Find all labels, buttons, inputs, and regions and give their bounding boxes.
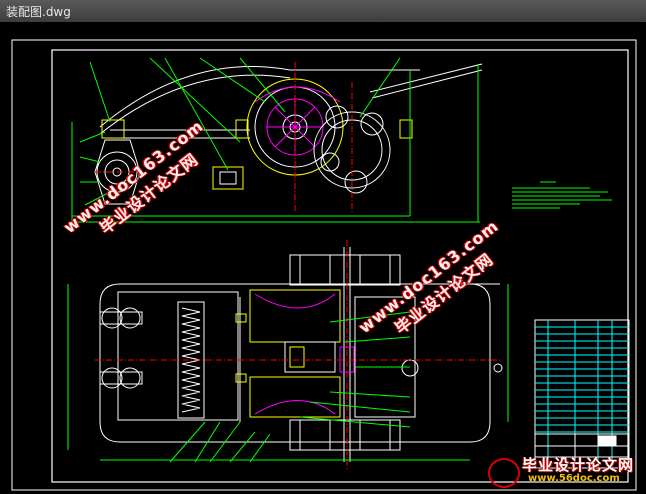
- cad-drawing: [11, 39, 637, 491]
- logo-ring-icon: [488, 458, 520, 488]
- corner-logo: 毕业设计论文网 www.56doc.com: [488, 454, 638, 488]
- corner-logo-title: 毕业设计论文网: [522, 456, 635, 474]
- window-title: 装配图.dwg: [6, 5, 71, 19]
- technical-notes: [512, 181, 612, 209]
- drum-top: [289, 254, 401, 286]
- parts-list: [534, 319, 630, 469]
- drawing-canvas[interactable]: www.doc163.com 毕业设计论文网 www.doc163.com 毕业…: [0, 22, 646, 494]
- corner-logo-url: www.56doc.com: [528, 473, 620, 484]
- title-bar: 装配图.dwg: [0, 0, 646, 23]
